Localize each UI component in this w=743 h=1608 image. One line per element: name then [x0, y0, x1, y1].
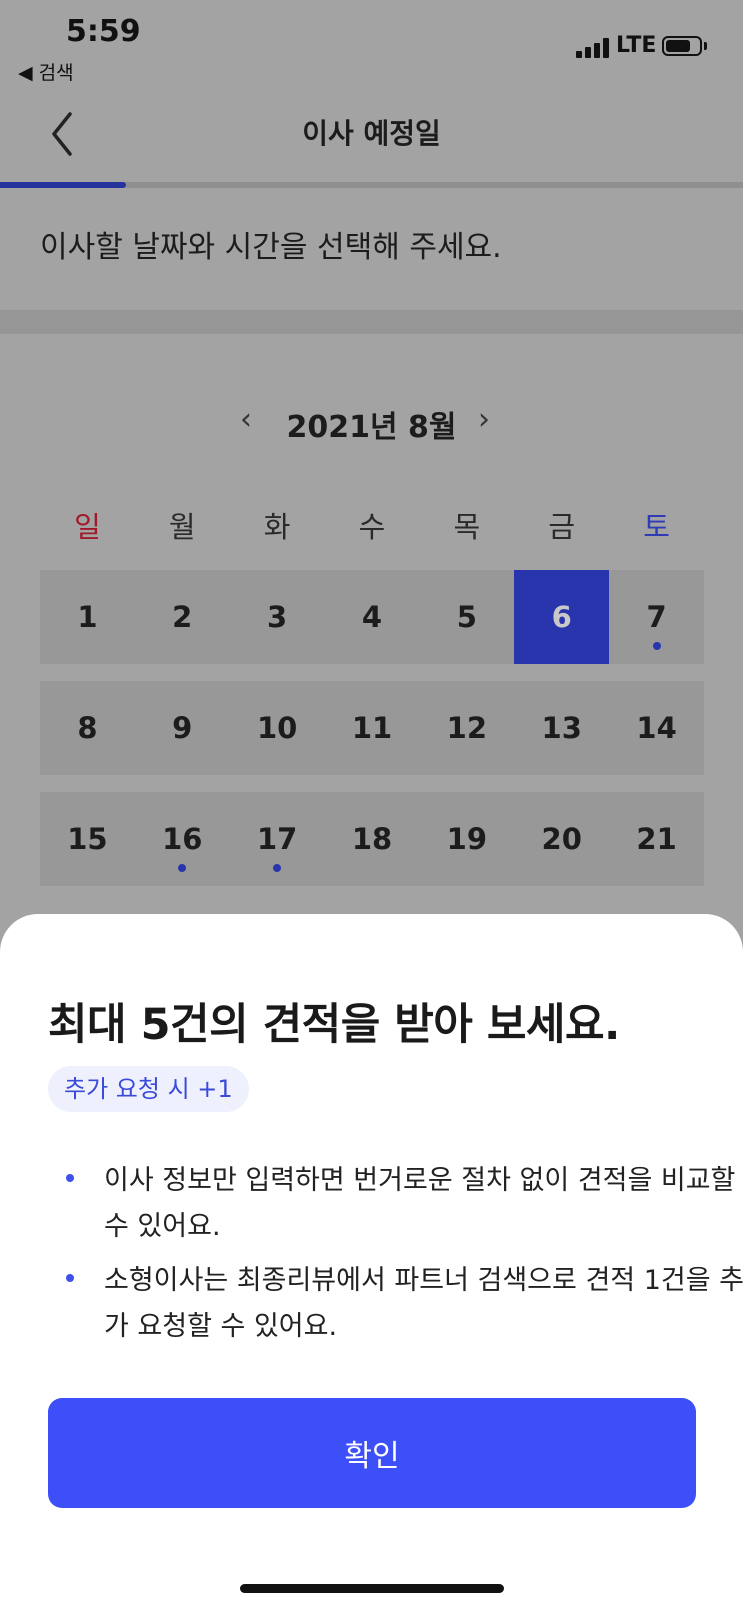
page-title: 이사 예정일	[302, 117, 441, 150]
day-number: 18	[351, 822, 393, 856]
weekday-label: 일	[74, 510, 101, 544]
day-number: 3	[267, 600, 288, 634]
weekday-label: 목	[453, 510, 481, 544]
month-title: 2021년 8월	[286, 410, 457, 445]
day-number: 6	[551, 600, 572, 634]
day-number: 8	[77, 711, 98, 745]
battery-icon	[662, 36, 702, 56]
extra-request-badge: 추가 요청 시 +1	[48, 1066, 249, 1112]
battery-nub	[704, 42, 707, 50]
availability-dot-icon	[652, 642, 661, 650]
calendar-day[interactable]: 2	[135, 570, 230, 664]
day-number: 12	[446, 711, 488, 745]
calendar-day[interactable]: 19	[419, 792, 514, 886]
calendar-day[interactable]: 20	[514, 792, 609, 886]
network-label: LTE	[616, 33, 657, 58]
calendar-day[interactable]: 1	[40, 570, 135, 664]
weekday-header: 일월화수목금토	[40, 504, 704, 544]
calendar-day[interactable]: 10	[230, 681, 325, 775]
day-number: 20	[541, 822, 582, 856]
calendar-day[interactable]: 6	[514, 570, 610, 664]
calendar-week-row: 15 16 17 18 19 20 21	[40, 792, 704, 886]
day-number: 2	[172, 600, 193, 634]
bullet-text: 소형이사는 최종리뷰에서 파트너 검색으로 견적 1건을 추가 요청할 수 있어…	[104, 1265, 743, 1342]
calendar-day[interactable]: 5	[419, 570, 514, 664]
day-number: 7	[646, 600, 667, 634]
availability-dot-icon	[273, 864, 282, 872]
signal-icon	[576, 36, 610, 58]
bullet-text: 이사 정보만 입력하면 번거로운 절차 없이 견적을 비교할 수 있어요.	[104, 1165, 736, 1242]
day-number: 11	[351, 711, 393, 745]
day-number: 16	[162, 822, 203, 856]
calendar-day[interactable]: 9	[135, 681, 230, 775]
next-month-button[interactable]: ›	[478, 402, 490, 437]
day-number: 15	[67, 822, 108, 856]
calendar-day[interactable]: 16	[135, 792, 230, 886]
day-number: 17	[256, 822, 298, 856]
back-to-app-link[interactable]: ◀ 검색	[18, 58, 74, 85]
instruction-text: 이사할 날짜와 시간을 선택해 주세요.	[40, 230, 502, 265]
status-time: 5:59	[66, 14, 141, 49]
day-number: 19	[446, 822, 488, 856]
calendar-day[interactable]: 17	[230, 792, 325, 886]
weekday-label: 월	[168, 510, 196, 544]
section-divider	[0, 310, 743, 334]
calendar-day[interactable]: 15	[40, 792, 135, 886]
day-number: 5	[456, 600, 477, 634]
calendar-day[interactable]: 7	[609, 570, 704, 664]
calendar-day[interactable]: 12	[419, 681, 514, 775]
day-number: 4	[361, 600, 383, 634]
calendar-day[interactable]: 8	[40, 681, 135, 775]
bullet-dot-icon	[66, 1274, 74, 1282]
day-number: 9	[172, 711, 193, 745]
calendar-day[interactable]: 21	[609, 792, 704, 886]
calendar-week-row: 1 2 3 4 5 6 7	[40, 570, 704, 664]
calendar-day[interactable]: 11	[325, 681, 420, 775]
weekday-label: 화	[263, 510, 291, 544]
calendar-week-row: 8 9 10 11 12 13 14	[40, 681, 704, 775]
day-number: 13	[541, 711, 582, 745]
day-number: 1	[77, 600, 98, 634]
day-number: 21	[636, 822, 677, 856]
progress-bar	[0, 182, 127, 188]
sheet-title: 최대 5건의 견적을 받아 보세요.	[48, 1000, 620, 1050]
prev-month-button[interactable]: ‹	[240, 402, 252, 437]
confirm-button[interactable]: 확인	[48, 1398, 696, 1508]
calendar-day[interactable]: 3	[230, 570, 325, 664]
weekday-label: 수	[358, 510, 386, 544]
weekday-label: 토	[643, 510, 670, 544]
day-number: 14	[636, 711, 677, 745]
availability-dot-icon	[178, 864, 187, 872]
calendar-day[interactable]: 13	[514, 681, 609, 775]
home-indicator	[240, 1584, 504, 1593]
weekday-label: 금	[548, 510, 576, 544]
calendar-day[interactable]: 4	[325, 570, 420, 664]
day-number: 10	[256, 711, 298, 745]
calendar-day[interactable]: 14	[609, 681, 704, 775]
calendar-day[interactable]: 18	[325, 792, 420, 886]
bullet-dot-icon	[66, 1174, 74, 1182]
